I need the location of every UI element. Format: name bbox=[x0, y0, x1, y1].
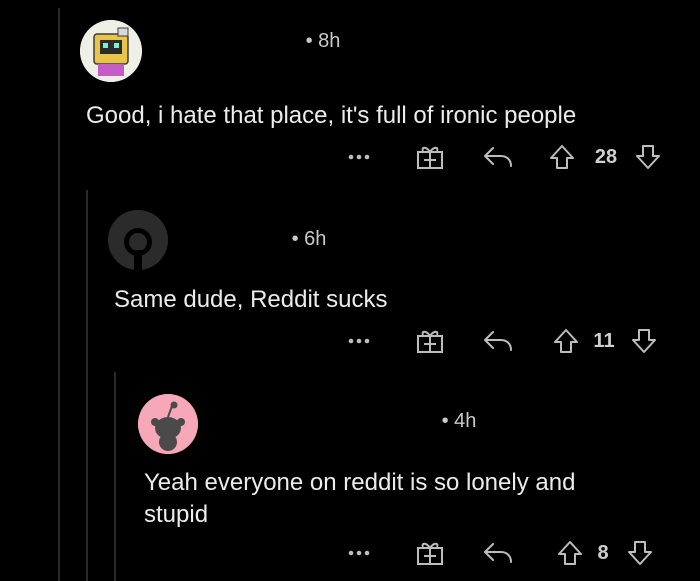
upvote-arrow-icon[interactable] bbox=[556, 538, 584, 568]
more-options-icon[interactable] bbox=[344, 142, 374, 172]
comment-meta: • 4h bbox=[206, 410, 477, 433]
award-icon[interactable] bbox=[414, 538, 446, 568]
comment-actions: 28 bbox=[0, 142, 700, 172]
upvote-arrow-icon[interactable] bbox=[548, 142, 576, 172]
thread-line-level-1[interactable] bbox=[58, 8, 60, 581]
vote-count: 28 bbox=[594, 145, 618, 168]
pink-snoo-avatar-icon bbox=[138, 394, 198, 454]
timestamp: 4h bbox=[454, 410, 477, 432]
downvote-arrow-icon[interactable] bbox=[630, 326, 658, 356]
reply-icon[interactable] bbox=[482, 142, 514, 172]
upvote-arrow-icon[interactable] bbox=[552, 326, 580, 356]
more-options-icon[interactable] bbox=[344, 538, 374, 568]
timestamp: 6h bbox=[304, 228, 327, 250]
avatar[interactable] bbox=[108, 210, 168, 270]
reply-icon[interactable] bbox=[482, 326, 514, 356]
comment-meta: • 8h bbox=[150, 30, 341, 53]
comment-body: Yeah everyone on reddit is so lonely and… bbox=[144, 469, 576, 528]
avatar[interactable] bbox=[138, 394, 198, 454]
avatar[interactable] bbox=[80, 20, 142, 82]
default-snoo-avatar-icon bbox=[108, 210, 168, 270]
award-icon[interactable] bbox=[414, 326, 446, 356]
separator: • bbox=[441, 410, 449, 432]
robot-box-avatar-icon bbox=[80, 20, 142, 82]
vote-count: 11 bbox=[593, 329, 615, 352]
comment-body: Same dude, Reddit sucks bbox=[114, 286, 388, 313]
thread-line-level-2[interactable] bbox=[86, 190, 88, 581]
vote-count: 8 bbox=[597, 541, 609, 564]
award-icon[interactable] bbox=[414, 142, 446, 172]
comment-actions: 8 bbox=[0, 538, 700, 568]
more-options-icon[interactable] bbox=[344, 326, 374, 356]
comment-actions: 11 bbox=[0, 326, 700, 356]
comment-body: Good, i hate that place, it's full of ir… bbox=[86, 102, 577, 129]
downvote-arrow-icon[interactable] bbox=[634, 142, 662, 172]
reply-icon[interactable] bbox=[482, 538, 514, 568]
timestamp: 8h bbox=[318, 30, 341, 52]
downvote-arrow-icon[interactable] bbox=[626, 538, 654, 568]
separator: • bbox=[291, 228, 299, 250]
separator: • bbox=[305, 30, 313, 52]
comment-meta: • 6h bbox=[176, 228, 327, 251]
